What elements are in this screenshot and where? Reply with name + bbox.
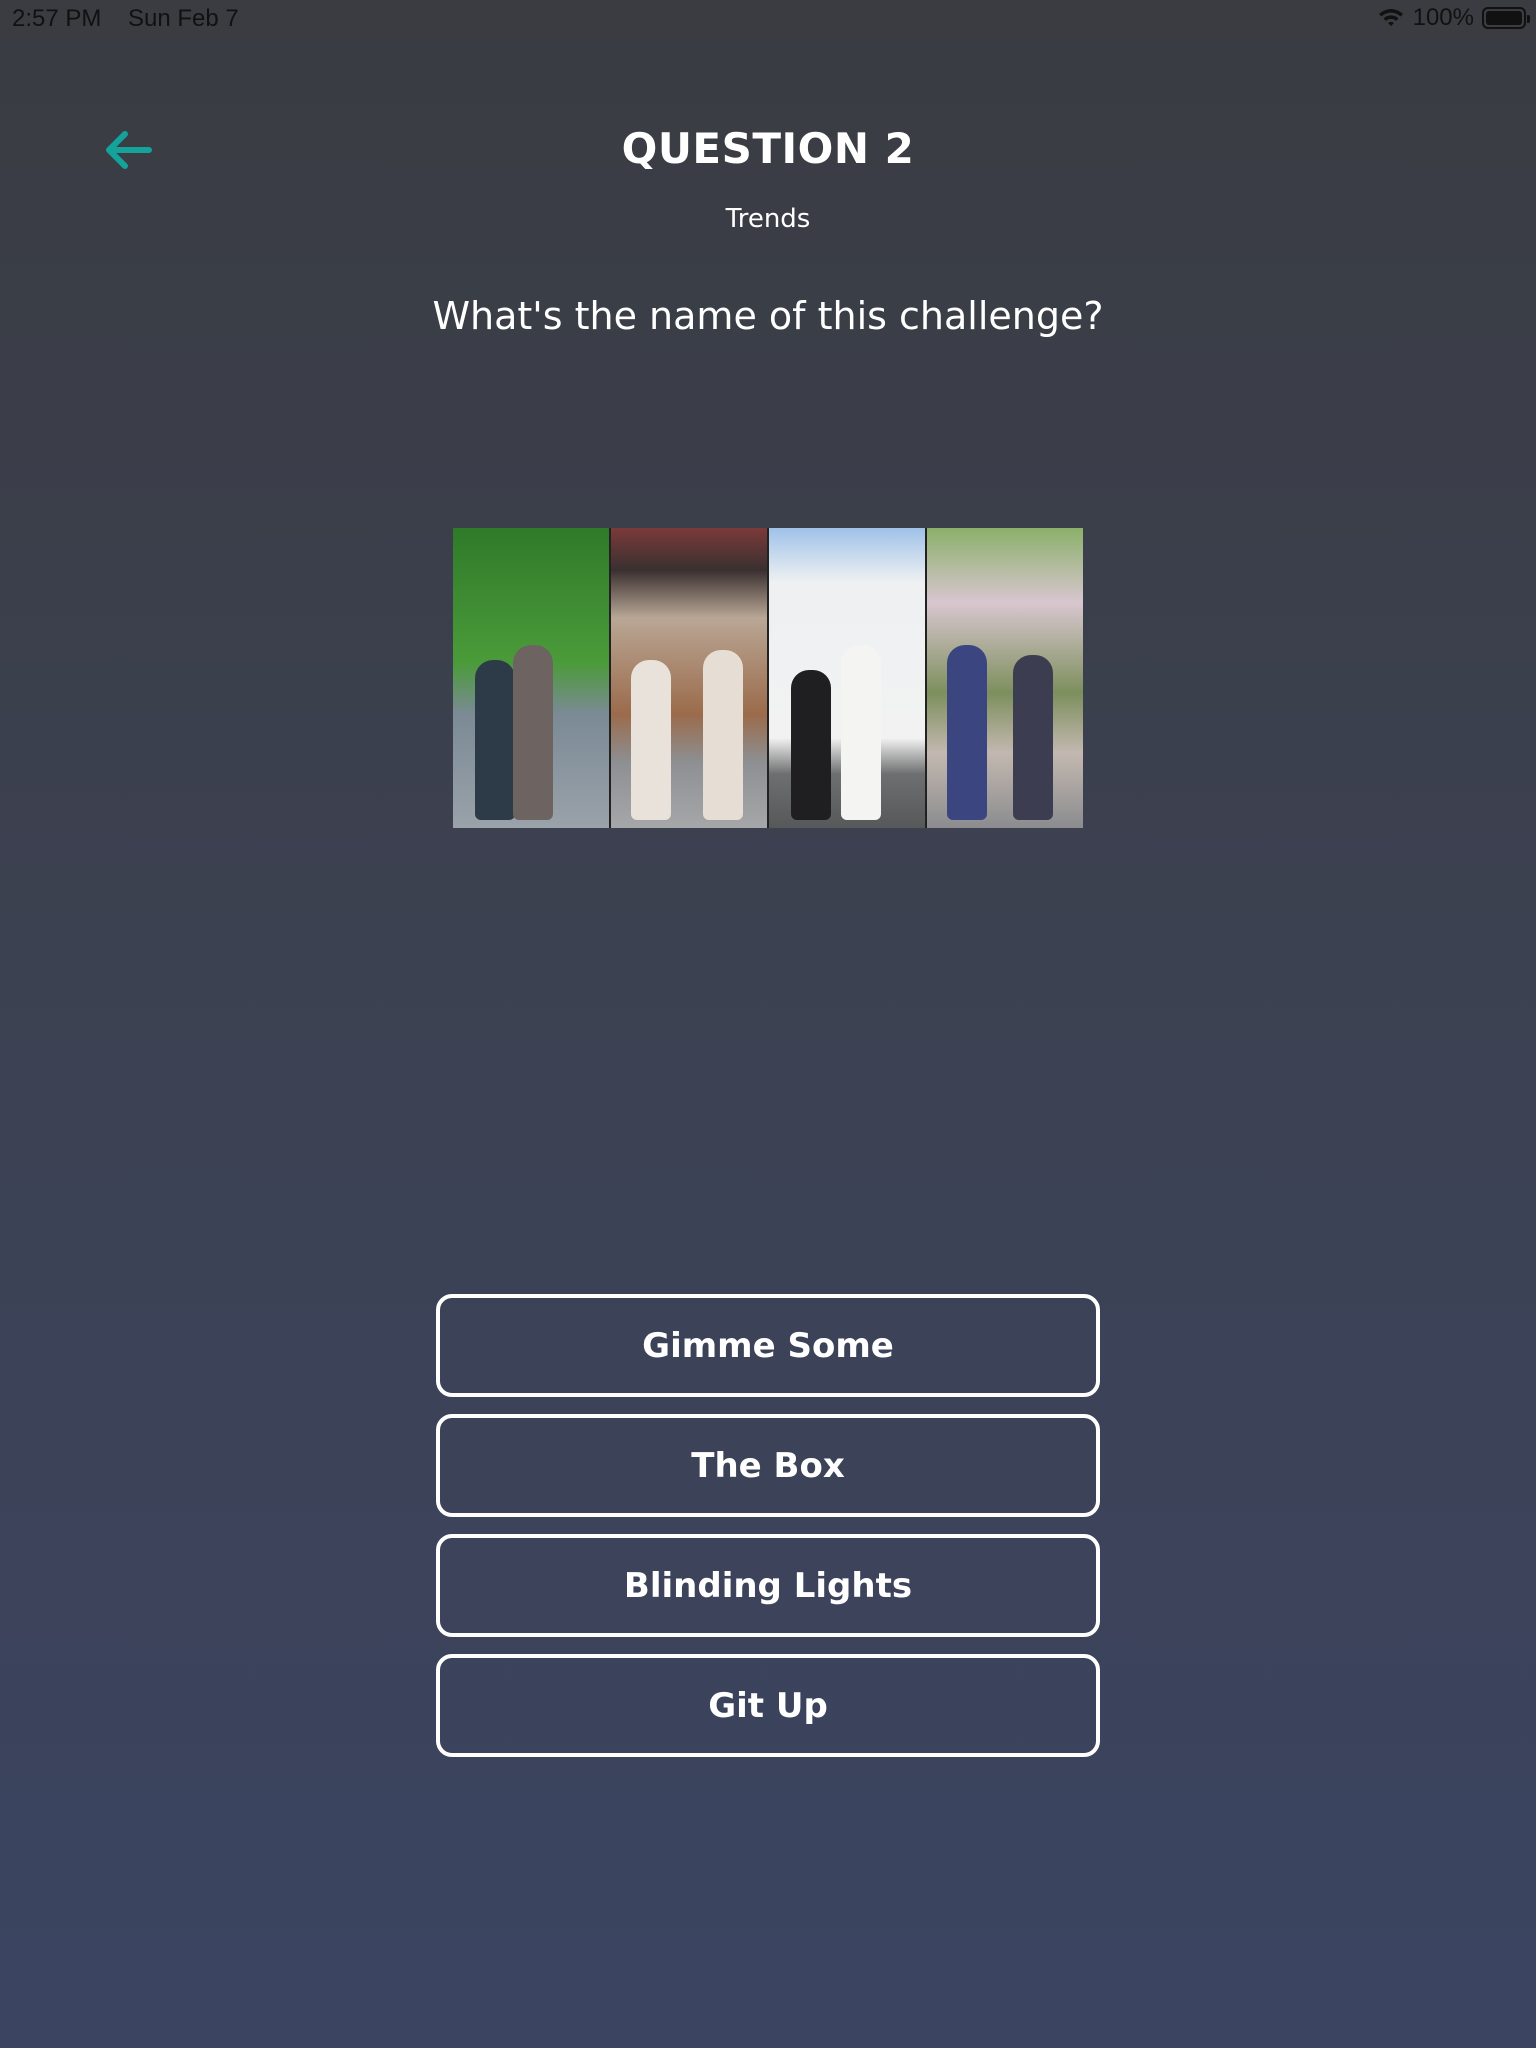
image-panel — [611, 528, 769, 828]
status-time: 2:57 PM — [12, 5, 102, 32]
wifi-icon — [1378, 9, 1403, 26]
answer-button[interactable]: The Box — [436, 1414, 1100, 1517]
category-label: Trends — [725, 204, 811, 234]
battery-icon — [1482, 7, 1530, 29]
battery-percent: 100% — [1412, 4, 1474, 31]
answer-button[interactable]: Git Up — [436, 1654, 1100, 1757]
question-text: What's the name of this challenge? — [432, 294, 1104, 338]
answer-button[interactable]: Blinding Lights — [436, 1534, 1100, 1637]
status-date: Sun Feb 7 — [128, 5, 239, 32]
status-right: 100% — [1377, 4, 1530, 32]
challenge-image — [453, 528, 1083, 828]
status-bar: 2:57 PM Sun Feb 7 100% — [0, 0, 1536, 40]
answer-list: Gimme Some The Box Blinding Lights Git U… — [436, 1294, 1100, 1757]
image-panel — [927, 528, 1083, 828]
image-panel — [769, 528, 927, 828]
question-number-title: QUESTION 2 — [621, 124, 915, 173]
answer-button[interactable]: Gimme Some — [436, 1294, 1100, 1397]
image-panel — [453, 528, 611, 828]
